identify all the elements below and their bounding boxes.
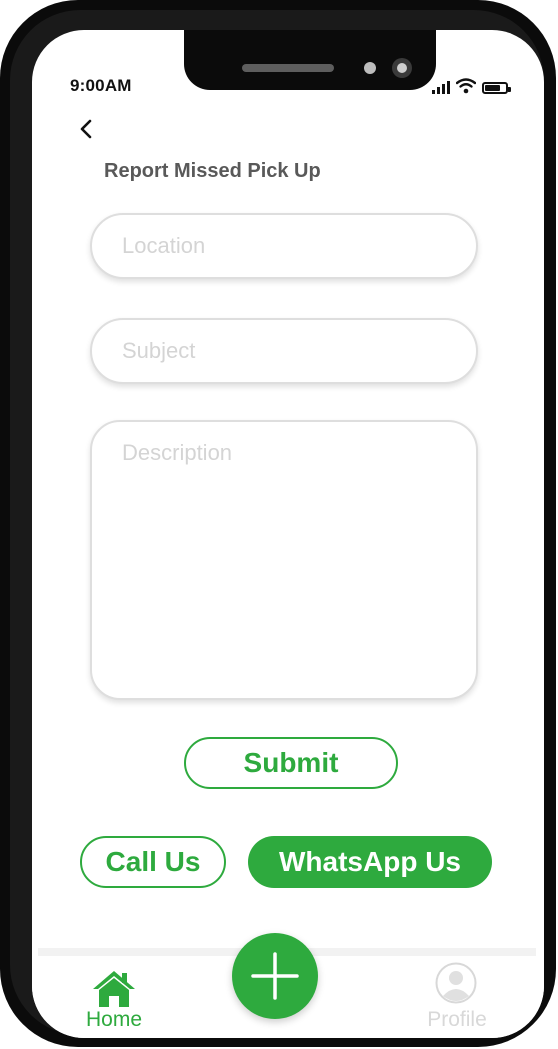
call-us-button[interactable]: Call Us [80, 836, 226, 888]
description-textarea[interactable] [92, 422, 476, 694]
submit-button[interactable]: Submit [184, 737, 398, 789]
whatsapp-us-button[interactable]: WhatsApp Us [248, 836, 492, 888]
sensor-dot [364, 62, 376, 74]
nav-profile[interactable]: Profile [412, 962, 502, 1032]
description-field[interactable] [90, 420, 478, 700]
notch [184, 30, 436, 90]
user-avatar-icon [435, 962, 477, 1004]
add-button[interactable] [232, 933, 318, 1019]
nav-home[interactable]: Home [72, 970, 156, 1032]
plus-icon [251, 952, 299, 1000]
wifi-icon [456, 78, 476, 94]
location-input[interactable] [92, 215, 476, 277]
subject-field[interactable] [90, 318, 478, 384]
front-camera [392, 58, 412, 78]
location-field[interactable] [90, 213, 478, 279]
battery-icon [482, 82, 511, 94]
page-title: Report Missed Pick Up [104, 160, 321, 182]
nav-profile-label: Profile [427, 1008, 487, 1031]
chevron-left-icon[interactable] [74, 114, 98, 144]
nav-home-label: Home [85, 1008, 143, 1031]
app-screen: 9:00AM Report Missed Pick Up Location Su… [32, 30, 544, 1038]
home-icon [93, 971, 135, 1007]
speaker-grille [242, 64, 334, 72]
phone-bezel: 9:00AM Report Missed Pick Up Location Su… [10, 10, 544, 1038]
phone-frame: 9:00AM Report Missed Pick Up Location Su… [0, 0, 556, 1047]
subject-input[interactable] [92, 320, 476, 382]
status-time: 9:00AM [70, 76, 132, 95]
signal-icon [432, 80, 450, 94]
status-icons [432, 78, 511, 94]
